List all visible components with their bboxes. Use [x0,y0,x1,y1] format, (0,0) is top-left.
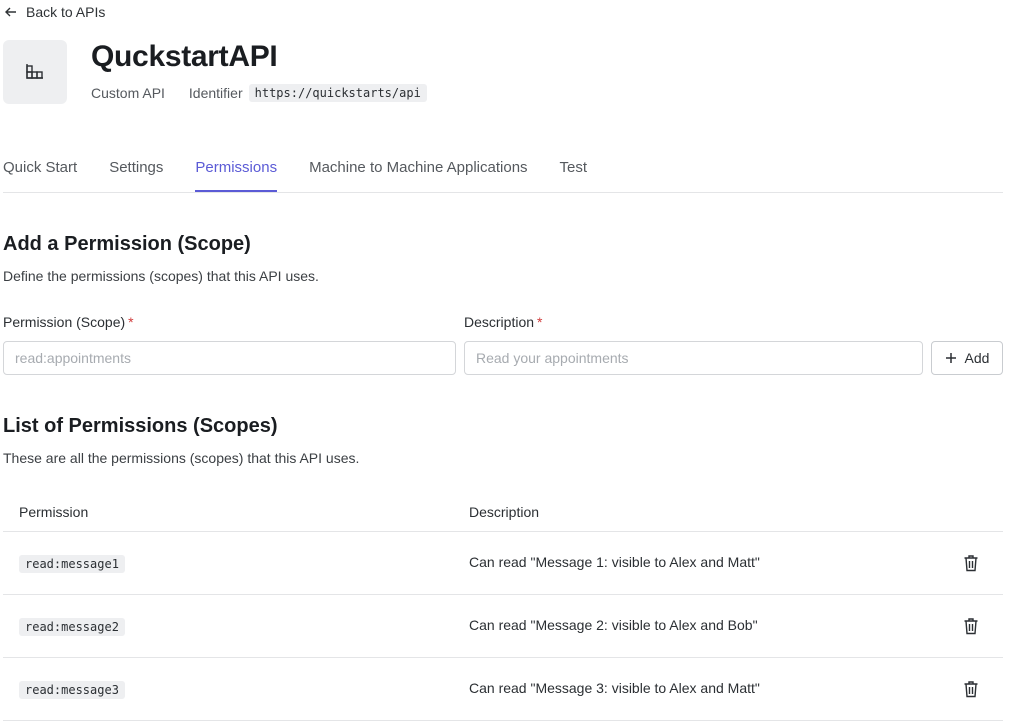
required-marker: * [537,314,543,330]
required-marker: * [128,314,134,330]
back-link-label: Back to APIs [26,4,106,20]
permissions-table: Permission Description read:message1 Can… [3,493,1003,721]
identifier-value: https://quickstarts/api [248,84,427,102]
api-meta: Custom API Identifier https://quickstart… [91,84,427,102]
api-type: Custom API [91,85,165,101]
permission-scope: read:message1 [19,555,125,573]
permission-description: Can read "Message 1: visible to Alex and… [469,554,760,570]
tab-quick-start[interactable]: Quick Start [3,152,77,191]
building-grid-icon [26,64,43,79]
permissions-list-heading: List of Permissions (Scopes) [3,415,278,437]
column-header-description: Description [469,504,540,520]
add-permission-button[interactable]: Add [931,341,1003,375]
table-header: Permission Description [3,493,1003,532]
tab-settings[interactable]: Settings [109,152,163,191]
tab-bar: Quick Start Settings Permissions Machine… [3,152,1003,193]
permission-field-label: Permission (Scope) * [3,314,134,330]
trash-icon[interactable] [963,680,979,698]
description-field-label: Description * [464,314,542,330]
permissions-list-subtitle: These are all the permissions (scopes) t… [3,450,360,466]
table-row: read:message3 Can read "Message 3: visib… [3,658,1003,721]
column-header-permission: Permission [19,504,89,520]
identifier-label: Identifier [188,85,243,101]
permission-scope: read:message2 [19,618,125,636]
table-row: read:message1 Can read "Message 1: visib… [3,532,1003,595]
trash-icon[interactable] [963,554,979,572]
tab-permissions[interactable]: Permissions [195,152,278,192]
page-title: QuckstartAPI [91,40,278,73]
tab-test[interactable]: Test [560,152,588,191]
add-permission-heading: Add a Permission (Scope) [3,233,251,255]
add-button-label: Add [964,350,990,366]
permission-label-text: Permission (Scope) [3,314,126,330]
tab-machine-to-machine-applications[interactable]: Machine to Machine Applications [309,152,527,191]
arrow-left-icon [5,7,16,17]
api-avatar [3,40,67,104]
description-input[interactable] [464,341,923,375]
add-permission-subtitle: Define the permissions (scopes) that thi… [3,268,319,284]
trash-icon[interactable] [963,617,979,635]
permission-description: Can read "Message 2: visible to Alex and… [469,617,758,633]
permission-description: Can read "Message 3: visible to Alex and… [469,680,760,696]
plus-icon [945,353,956,363]
table-row: read:message2 Can read "Message 2: visib… [3,595,1003,658]
back-to-apis-link[interactable]: Back to APIs [4,4,105,20]
description-label-text: Description [464,314,535,330]
permission-input[interactable] [3,341,456,375]
permission-scope: read:message3 [19,681,125,699]
